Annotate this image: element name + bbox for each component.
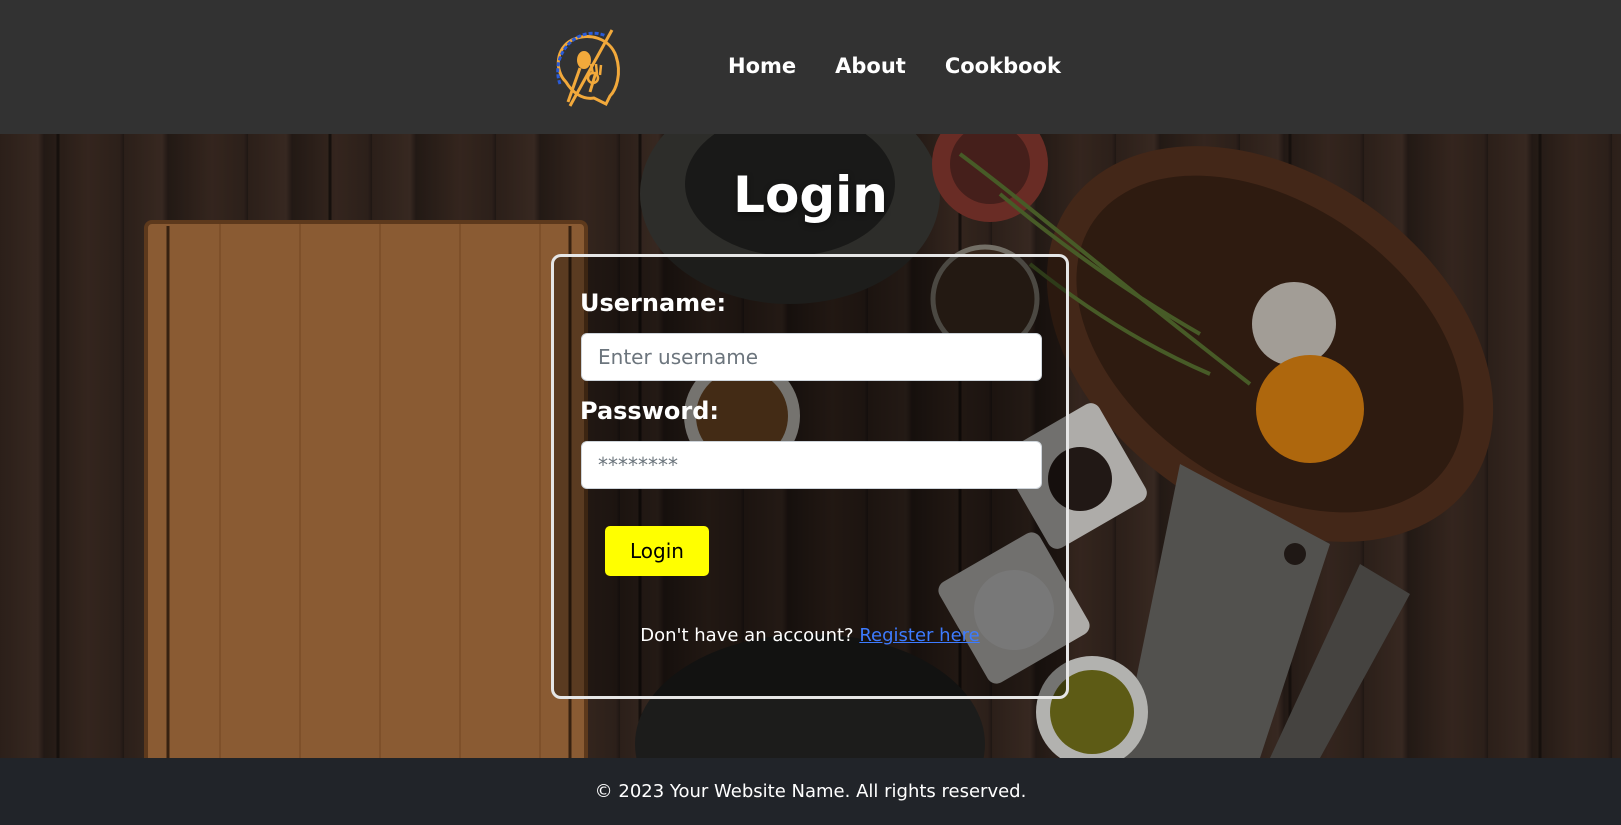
nav-link-cookbook[interactable]: Cookbook: [945, 52, 1061, 80]
hero-background: Login Username: Password: Login Don't ha…: [0, 134, 1621, 758]
navbar: Home About Cookbook: [0, 0, 1621, 134]
nav-link-about[interactable]: About: [835, 52, 906, 80]
footer: © 2023 Your Website Name. All rights res…: [0, 758, 1621, 825]
copyright-text: © 2023 Your Website Name. All rights res…: [594, 781, 1027, 802]
register-prompt: Don't have an account?: [640, 625, 854, 646]
page-title: Login: [733, 166, 888, 224]
password-label: Password:: [580, 397, 719, 425]
register-link[interactable]: Register here: [859, 625, 979, 646]
register-row: Don't have an account? Register here: [554, 625, 1066, 646]
nav-links: Home About Cookbook: [728, 52, 1061, 80]
nav-link-home[interactable]: Home: [728, 52, 796, 80]
username-input[interactable]: [581, 333, 1042, 381]
password-input[interactable]: [581, 441, 1042, 489]
site-logo-icon[interactable]: [550, 22, 626, 108]
username-label: Username:: [580, 289, 727, 317]
login-button[interactable]: Login: [605, 526, 709, 576]
login-form: Username: Password: Login Don't have an …: [551, 254, 1069, 699]
